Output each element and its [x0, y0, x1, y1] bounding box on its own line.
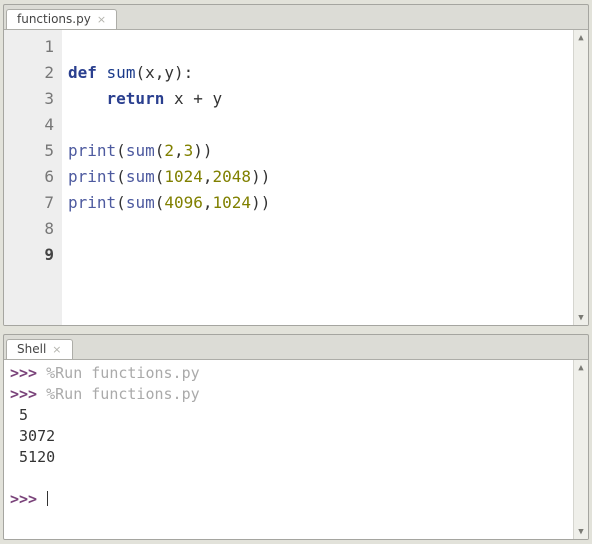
shell-prompt: >>> — [10, 490, 37, 508]
tab-shell[interactable]: Shell × — [6, 339, 73, 359]
line-number-current: 9 — [4, 242, 54, 268]
code-line: print(sum(1024,2048)) — [68, 164, 582, 190]
shell-pane: Shell × >>> %Run functions.py >>> %Run f… — [3, 334, 589, 540]
tab-label: Shell — [17, 342, 46, 356]
line-number: 2 — [4, 60, 54, 86]
line-number: 4 — [4, 112, 54, 138]
shell-prompt: >>> — [10, 385, 37, 403]
code-line: return x + y — [68, 86, 582, 112]
shell-content[interactable]: >>> %Run functions.py >>> %Run functions… — [4, 359, 588, 539]
shell-output[interactable]: >>> %Run functions.py >>> %Run functions… — [4, 360, 588, 539]
shell-cmd: %Run functions.py — [46, 364, 200, 382]
editor-tabs: functions.py × — [4, 5, 588, 29]
shell-output-line: 3072 — [10, 427, 55, 445]
shell-prompt: >>> — [10, 364, 37, 382]
code-line — [68, 242, 582, 268]
editor-scrollbar-vertical[interactable]: ▲ ▼ — [573, 30, 588, 325]
shell-output-line: 5 — [10, 406, 28, 424]
scroll-up-icon[interactable]: ▲ — [574, 360, 588, 375]
line-number: 5 — [4, 138, 54, 164]
code-line: print(sum(4096,1024)) — [68, 190, 582, 216]
shell-scrollbar-vertical[interactable]: ▲ ▼ — [573, 360, 588, 539]
editor-pane: functions.py × 1 2 3 4 5 6 7 8 9 def sum… — [3, 4, 589, 326]
code-line: print(sum(2,3)) — [68, 138, 582, 164]
line-number: 8 — [4, 216, 54, 242]
close-icon[interactable]: × — [52, 344, 61, 355]
scroll-down-icon[interactable]: ▼ — [574, 524, 588, 539]
code-line — [68, 112, 582, 138]
tab-label: functions.py — [17, 12, 91, 26]
line-number: 1 — [4, 34, 54, 60]
line-number: 7 — [4, 190, 54, 216]
editor-content[interactable]: 1 2 3 4 5 6 7 8 9 def sum(x,y): return x… — [4, 29, 588, 325]
shell-output-line: 5120 — [10, 448, 55, 466]
code-line: def sum(x,y): — [68, 60, 582, 86]
line-number: 3 — [4, 86, 54, 112]
shell-tabs: Shell × — [4, 335, 588, 359]
code-area[interactable]: def sum(x,y): return x + y print(sum(2,3… — [62, 30, 588, 325]
line-number: 6 — [4, 164, 54, 190]
tab-functions-py[interactable]: functions.py × — [6, 9, 117, 29]
line-number-gutter: 1 2 3 4 5 6 7 8 9 — [4, 30, 62, 325]
scroll-down-icon[interactable]: ▼ — [574, 310, 588, 325]
code-line — [68, 34, 582, 60]
scroll-up-icon[interactable]: ▲ — [574, 30, 588, 45]
close-icon[interactable]: × — [97, 14, 106, 25]
text-cursor — [47, 491, 48, 506]
code-line — [68, 216, 582, 242]
shell-cmd: %Run functions.py — [46, 385, 200, 403]
